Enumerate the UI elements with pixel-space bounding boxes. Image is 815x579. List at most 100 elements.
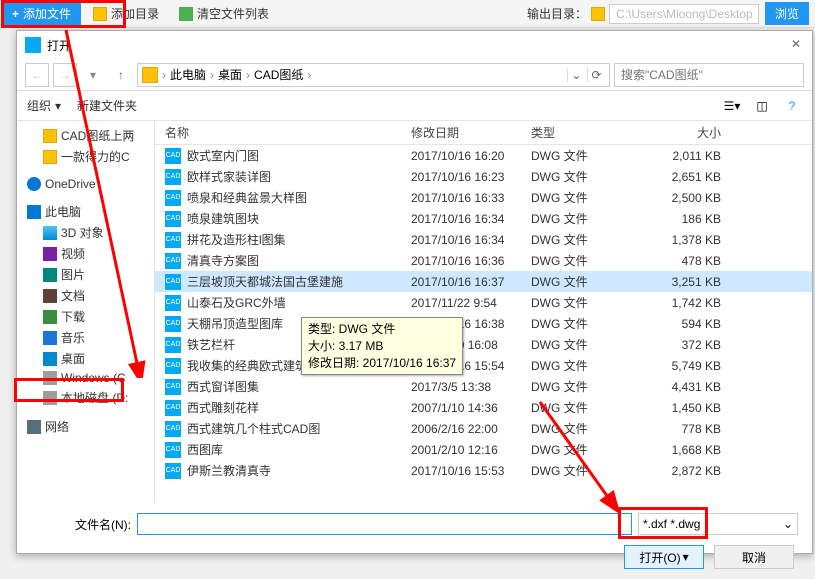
tree-item[interactable]: 3D 对象 — [17, 222, 154, 243]
file-name: 欧式室内门图 — [187, 147, 259, 164]
file-type: DWG 文件 — [531, 399, 641, 416]
file-type: DWG 文件 — [531, 168, 641, 185]
folder-icon — [142, 67, 158, 83]
organize-menu[interactable]: 组织 ▾ — [27, 97, 61, 114]
file-name: 清真寺方案图 — [187, 252, 259, 269]
file-name: 西式建筑几个柱式CAD图 — [187, 420, 320, 437]
col-name-header[interactable]: 名称 — [155, 124, 411, 141]
file-list: 名称 修改日期 类型 大小 CAD欧式室内门图2017/10/16 16:20D… — [155, 121, 812, 503]
view-mode-button[interactable]: ☰▾ — [722, 96, 742, 116]
tree-item[interactable]: 音乐 — [17, 327, 154, 348]
breadcrumb-part[interactable]: 桌面 — [218, 66, 242, 83]
preview-pane-button[interactable]: ◫ — [752, 96, 772, 116]
file-row[interactable]: CAD西式窗详图集2017/3/5 13:38DWG 文件4,431 KB — [155, 376, 812, 397]
tree-item[interactable]: OneDrive — [17, 175, 154, 193]
file-size: 1,450 KB — [641, 401, 741, 415]
breadcrumb-part[interactable]: CAD图纸 — [254, 66, 303, 83]
dwg-file-icon: CAD — [165, 169, 181, 185]
file-date: 2006/2/16 22:00 — [411, 422, 531, 436]
tree-label: 一款得力的C — [61, 148, 130, 165]
tree-item[interactable]: 此电脑 — [17, 201, 154, 222]
nav-up-button[interactable]: ↑ — [109, 63, 133, 87]
tree-item[interactable]: 图片 — [17, 264, 154, 285]
file-type: DWG 文件 — [531, 357, 641, 374]
annotation-box-desktop — [14, 378, 124, 402]
file-type: DWG 文件 — [531, 231, 641, 248]
chevron-down-icon: ▾ — [55, 99, 61, 113]
dialog-body: CAD图纸上两一款得力的C OneDrive 此电脑3D 对象视频图片文档下载音乐桌… — [17, 121, 812, 503]
breadcrumb[interactable]: › 此电脑 › 桌面 › CAD图纸 › ⌄ ⟳ — [137, 63, 610, 87]
nav-back-button[interactable]: ← — [25, 63, 49, 87]
tree-label: OneDrive — [45, 177, 96, 191]
tree-item[interactable]: 一款得力的C — [17, 146, 154, 167]
tree-item[interactable]: 下载 — [17, 306, 154, 327]
file-row[interactable]: CAD我收集的经典欧式建筑立面2017/10/16 15:54DWG 文件5,7… — [155, 355, 812, 376]
tree-item[interactable]: 视频 — [17, 243, 154, 264]
breadcrumb-actions: ⌄ ⟳ — [567, 68, 605, 82]
file-row[interactable]: CAD西式雕刻花样2007/1/10 14:36DWG 文件1,450 KB — [155, 397, 812, 418]
clear-list-button[interactable]: 清空文件列表 — [169, 5, 279, 22]
file-row[interactable]: CAD三层坡顶天都城法国古堡建施2017/10/16 16:37DWG 文件3,… — [155, 271, 812, 292]
tree-icon — [43, 289, 57, 303]
open-button[interactable]: 打开(O) ▾ — [624, 545, 704, 569]
file-row[interactable]: CAD喷泉和经典盆景大样图2017/10/16 16:33DWG 文件2,500… — [155, 187, 812, 208]
dialog-title: 打开 — [47, 37, 788, 54]
file-date: 2017/10/16 16:20 — [411, 149, 531, 163]
file-row[interactable]: CAD铁艺栏杆2006/6/20 16:08DWG 文件372 KB — [155, 334, 812, 355]
tree-item[interactable]: 桌面 — [17, 348, 154, 369]
file-row[interactable]: CAD欧样式家装详图2017/10/16 16:23DWG 文件2,651 KB — [155, 166, 812, 187]
file-size: 594 KB — [641, 317, 741, 331]
dwg-file-icon: CAD — [165, 442, 181, 458]
file-name: 欧样式家装详图 — [187, 168, 271, 185]
col-type-header[interactable]: 类型 — [531, 124, 641, 141]
chevron-down-icon[interactable]: ⌄ — [567, 68, 585, 82]
file-type: DWG 文件 — [531, 294, 641, 311]
file-name: 山泰石及GRC外墙 — [187, 294, 286, 311]
file-row[interactable]: CAD西式建筑几个柱式CAD图2006/2/16 22:00DWG 文件778 … — [155, 418, 812, 439]
tree-label: 图片 — [61, 266, 85, 283]
filename-input[interactable] — [137, 513, 632, 535]
col-size-header[interactable]: 大小 — [641, 124, 741, 141]
file-type: DWG 文件 — [531, 315, 641, 332]
clear-list-label: 清空文件列表 — [197, 5, 269, 22]
file-row[interactable]: CAD喷泉建筑图块2017/10/16 16:34DWG 文件186 KB — [155, 208, 812, 229]
tree-item[interactable]: 文档 — [17, 285, 154, 306]
cancel-button[interactable]: 取消 — [714, 545, 794, 569]
output-dir-label: 输出目录： — [527, 5, 587, 22]
file-row[interactable]: CAD拼花及造形柱l图集2017/10/16 16:34DWG 文件1,378 … — [155, 229, 812, 250]
recent-dropdown[interactable]: ▾ — [81, 63, 105, 87]
nav-forward-button[interactable]: → — [53, 63, 77, 87]
file-size: 2,651 KB — [641, 170, 741, 184]
tooltip-line: 修改日期: 2017/10/16 16:37 — [308, 355, 456, 372]
refresh-icon[interactable]: ⟳ — [587, 68, 605, 82]
file-row[interactable]: CAD天棚吊顶造型图库2017/10/16 16:38DWG 文件594 KB — [155, 313, 812, 334]
col-date-header[interactable]: 修改日期 — [411, 124, 531, 141]
file-type: DWG 文件 — [531, 252, 641, 269]
tree-item[interactable]: 网络 — [17, 416, 154, 437]
help-icon[interactable]: ? — [782, 96, 802, 116]
file-type: DWG 文件 — [531, 189, 641, 206]
file-name: 拼花及造形柱l图集 — [187, 231, 286, 248]
file-row[interactable]: CAD欧式室内门图2017/10/16 16:20DWG 文件2,011 KB — [155, 145, 812, 166]
file-date: 2017/10/16 16:37 — [411, 275, 531, 289]
new-folder-button[interactable]: 新建文件夹 — [77, 97, 137, 114]
file-row[interactable]: CAD伊斯兰教清真寺2017/10/16 15:53DWG 文件2,872 KB — [155, 460, 812, 481]
tree-icon — [43, 247, 57, 261]
file-type: DWG 文件 — [531, 378, 641, 395]
file-row[interactable]: CAD山泰石及GRC外墙2017/11/22 9:54DWG 文件1,742 K… — [155, 292, 812, 313]
file-row[interactable]: CAD西图库2001/2/10 12:16DWG 文件1,668 KB — [155, 439, 812, 460]
output-path-field[interactable]: C:\Users\Mloong\Desktop — [609, 4, 759, 24]
close-icon[interactable]: ✕ — [788, 37, 804, 53]
browse-button[interactable]: 浏览 — [765, 2, 809, 25]
file-size: 778 KB — [641, 422, 741, 436]
tree-icon — [27, 420, 41, 434]
tree-label: CAD图纸上两 — [61, 127, 134, 144]
tree-icon — [43, 352, 57, 366]
breadcrumb-part[interactable]: 此电脑 — [170, 66, 206, 83]
dwg-file-icon: CAD — [165, 211, 181, 227]
search-input[interactable] — [614, 63, 804, 87]
file-row[interactable]: CAD清真寺方案图2017/10/16 16:36DWG 文件478 KB — [155, 250, 812, 271]
tree-item[interactable]: CAD图纸上两 — [17, 125, 154, 146]
dwg-file-icon: CAD — [165, 421, 181, 437]
file-date: 2001/2/10 12:16 — [411, 443, 531, 457]
